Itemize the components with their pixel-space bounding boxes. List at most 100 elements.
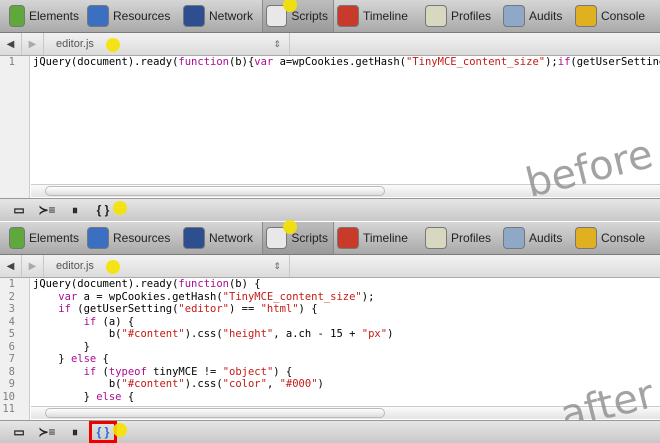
tab-resources[interactable]: Resources <box>84 222 180 254</box>
source-view[interactable]: 1 2 3 4 5 6 7 8 9 10 11 jQuery(document).ready(func… <box>0 278 660 420</box>
line-number: 8 <box>8 365 15 378</box>
tab-network[interactable]: Network <box>180 222 262 254</box>
source-view[interactable]: 1 jQuery(document).ready(function(b){var … <box>0 56 660 198</box>
script-file-select[interactable]: editor.js ⇕ <box>44 255 290 277</box>
tab-timeline[interactable]: Timeline <box>334 222 422 254</box>
code-token: a = wpCookies.getHash( <box>77 290 223 303</box>
code-token: jQuery(document).ready( <box>33 56 179 68</box>
code-token: , a.ch - 15 + <box>273 328 362 340</box>
tab-profiles[interactable]: Profiles <box>422 222 500 254</box>
back-button[interactable]: ◀ <box>0 33 22 55</box>
code-token: ); <box>545 56 558 68</box>
tab-elements[interactable]: Elements <box>6 222 84 254</box>
code-line: jQuery(document).ready(function(b) { <box>33 278 261 291</box>
line-number: 2 <box>8 290 15 303</box>
tab-label: Audits <box>529 231 563 245</box>
tab-console[interactable]: Console <box>572 0 656 32</box>
code-line: if (typeof tinyMCE != "object") { <box>33 365 293 379</box>
scrollbar-thumb[interactable] <box>45 186 385 196</box>
code-token: "px" <box>361 328 388 340</box>
tab-resources[interactable]: Resources <box>84 0 180 32</box>
highlight-marker <box>106 260 120 274</box>
file-name: editor.js <box>56 260 94 272</box>
tab-label: Resources <box>113 9 171 23</box>
tab-label: Elements <box>28 9 79 23</box>
tab-elements[interactable]: Elements <box>6 0 84 32</box>
line-gutter: 1 2 3 4 5 6 7 8 9 10 11 <box>0 278 30 420</box>
code-token: ).css( <box>184 328 223 340</box>
code-line: } else { <box>33 353 109 366</box>
script-file-select[interactable]: editor.js ⇕ <box>44 33 290 55</box>
code-token: , <box>266 378 280 390</box>
select-arrows-icon: ⇕ <box>273 261 281 271</box>
pause-on-exceptions-button[interactable]: ⏸ <box>61 199 89 221</box>
code-token: "color" <box>222 378 267 390</box>
console-drawer-button[interactable]: ≻≡ <box>33 199 61 221</box>
code-token: { <box>121 390 135 403</box>
audits-icon <box>503 227 525 249</box>
dock-button[interactable]: ▭ <box>5 199 33 221</box>
code-token: tinyMCE != <box>146 365 223 378</box>
code-token: typeof <box>108 365 147 378</box>
dock-icon: ▭ <box>13 203 25 217</box>
console-icon <box>575 5 597 27</box>
pretty-print-icon: { } <box>96 425 110 439</box>
code-token: (getUserSetting( <box>70 303 179 315</box>
select-arrows-icon: ⇕ <box>273 39 281 49</box>
tab-network[interactable]: Network <box>180 0 262 32</box>
network-icon <box>183 227 205 249</box>
scrollbar-thumb[interactable] <box>45 408 385 418</box>
tab-label: Network <box>209 231 254 245</box>
scripts-nav-bar: ◀ ▶ editor.js ⇕ <box>0 255 660 278</box>
audits-icon <box>503 5 525 27</box>
pretty-print-button[interactable]: { } <box>89 421 127 443</box>
highlight-marker <box>283 220 297 234</box>
tab-label: Audits <box>529 9 563 23</box>
tab-label: Timeline <box>363 9 408 23</box>
code-line: } <box>33 341 90 354</box>
inspector-before: Elements Resources Network Scripts Timeline P… <box>0 0 660 221</box>
tab-audits[interactable]: Audits <box>500 222 572 254</box>
code-token: if <box>557 56 571 68</box>
pause-on-exceptions-icon: ⏸ <box>71 424 78 439</box>
code-token: ).css( <box>184 378 223 390</box>
tab-timeline[interactable]: Timeline <box>334 0 422 32</box>
line-number: 6 <box>8 340 15 353</box>
forward-button[interactable]: ▶ <box>22 33 44 55</box>
tab-scripts[interactable]: Scripts <box>262 220 334 254</box>
tab-console[interactable]: Console <box>572 222 656 254</box>
code-token: } <box>33 340 90 353</box>
tab-label: Elements <box>28 231 79 245</box>
code-token: ( <box>96 365 109 378</box>
code-line: } else { <box>33 390 135 404</box>
pause-on-exceptions-button[interactable]: ⏸ <box>61 421 89 443</box>
code-token: if <box>58 303 71 315</box>
code-token: "#000" <box>279 378 318 390</box>
tab-audits[interactable]: Audits <box>500 0 572 32</box>
code-token: ) { <box>298 303 318 315</box>
tab-label: Timeline <box>363 231 408 245</box>
tab-label: Scripts <box>291 9 328 23</box>
dock-icon: ▭ <box>13 425 25 439</box>
line-number: 10 <box>2 390 15 403</box>
profiles-icon <box>425 227 447 249</box>
dock-button[interactable]: ▭ <box>5 421 33 443</box>
code-token: "height" <box>222 328 274 340</box>
code-token: ) <box>387 328 394 340</box>
console-icon <box>575 227 597 249</box>
pretty-print-button[interactable]: { } <box>89 199 127 221</box>
tab-profiles[interactable]: Profiles <box>422 0 500 32</box>
resources-icon <box>87 227 109 249</box>
forward-button[interactable]: ▶ <box>22 255 44 277</box>
tab-scripts[interactable]: Scripts <box>262 0 334 32</box>
back-button[interactable]: ◀ <box>0 255 22 277</box>
line-number: 4 <box>8 315 15 328</box>
line-number: 9 <box>8 378 15 390</box>
watermark-label: after <box>555 371 659 420</box>
code-token: var <box>254 56 274 68</box>
code-token: function <box>178 56 229 68</box>
code-token: ) { <box>273 365 293 378</box>
code-token: else <box>96 390 122 403</box>
console-drawer-button[interactable]: ≻≡ <box>33 421 61 443</box>
